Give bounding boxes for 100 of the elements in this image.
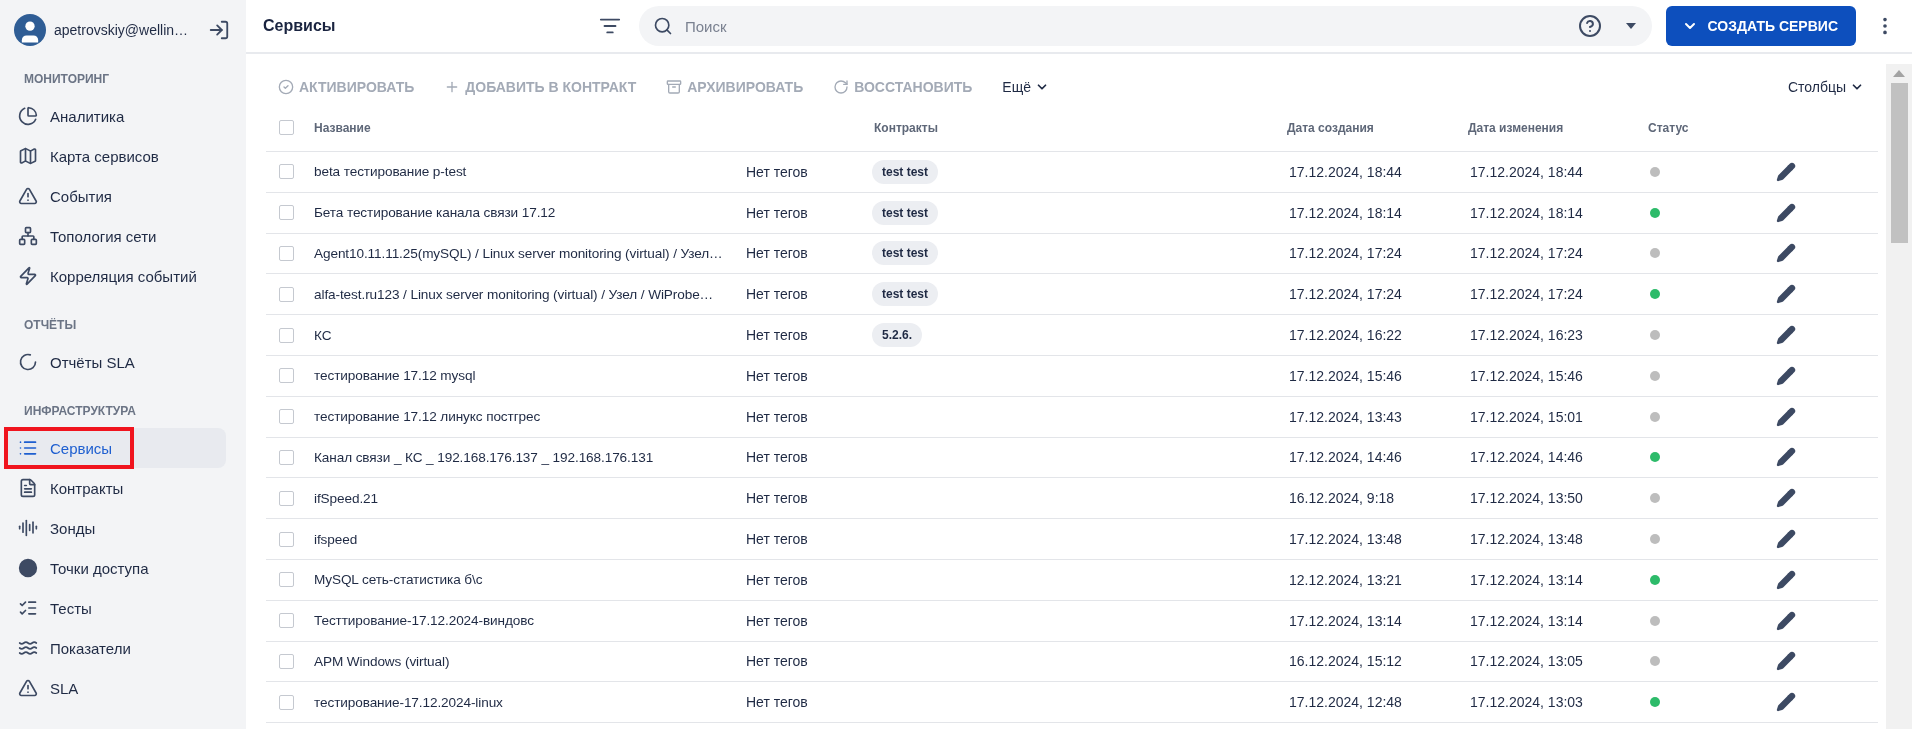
- checkbox[interactable]: [278, 449, 294, 465]
- table-cell-text: 17.12.2024, 17:24: [1288, 286, 1403, 303]
- refresh-icon: [833, 79, 850, 95]
- column-header[interactable]: Дата изменения: [1460, 120, 1640, 135]
- column-header[interactable]: Статус: [1640, 120, 1760, 135]
- checkbox[interactable]: [278, 327, 294, 343]
- contract-tag: 5.2.6.: [872, 323, 923, 348]
- table-row[interactable]: Agent10.11.11.25(mySQL) / Linux server monitoring (virtual) / Узел… Нет тегов test test 17.12.2024, 17:24 17.12.2024, 17:24: [266, 233, 1878, 275]
- caret-icon[interactable]: [1625, 23, 1636, 29]
- table-cell-text: 17.12.2024, 18:14: [1288, 204, 1403, 221]
- nav-item[interactable]: Карта сервисов: [6, 136, 226, 176]
- table-cell-text: Нет тегов: [746, 612, 809, 629]
- table-cell-text: КС: [313, 327, 333, 343]
- contract-tag: test test: [872, 159, 938, 184]
- nav-item[interactable]: Топология сети: [6, 216, 226, 256]
- checkbox[interactable]: [278, 653, 294, 669]
- table-cell-text: 17.12.2024, 14:46: [1469, 449, 1584, 466]
- table-cell-text: тестирование-17.12.2024-linux: [313, 694, 504, 710]
- table-cell-text: 17.12.2024, 13:48: [1288, 531, 1403, 548]
- table-cell-text: 17.12.2024, 18:44: [1288, 163, 1403, 180]
- checkbox[interactable]: [278, 613, 294, 629]
- table-cell-text: Нет тегов: [746, 571, 809, 588]
- table-cell-text: 17.12.2024, 13:14: [1469, 612, 1584, 629]
- pie-chart-icon: [18, 106, 38, 126]
- table-row[interactable]: beta тестирование p-test Нет тегов test test 17.12.2024, 18:44 17.12.2024, 18:44: [266, 152, 1878, 193]
- columns-dropdown[interactable]: Столбцы: [1787, 79, 1864, 95]
- table-cell-text: Нет тегов: [746, 408, 809, 425]
- table-cell-text: 17.12.2024, 15:01: [1469, 408, 1584, 425]
- nav-item[interactable]: Точки доступа: [6, 548, 226, 588]
- nav-item[interactable]: Тесты: [6, 588, 226, 628]
- checkbox[interactable]: [278, 409, 294, 425]
- table-row[interactable]: Канал связи _ КС _ 192.168.176.137 _ 192.168.176.131 Нет тегов 17.12.2024, 14:46 17.12.2024, 14:46: [266, 437, 1878, 479]
- table-cell-text: 17.12.2024, 13:03: [1469, 694, 1584, 711]
- list-icon: [18, 438, 38, 458]
- table-cell-text: Нет тегов: [746, 245, 809, 262]
- checkbox[interactable]: [278, 531, 294, 547]
- checkbox[interactable]: [278, 120, 294, 135]
- table-cell-text: Нет тегов: [746, 327, 809, 344]
- table-cell-text: тестирование 17.12 линукс постгрес: [313, 409, 542, 425]
- nav-item[interactable]: Сервисы: [6, 428, 226, 468]
- checkbox[interactable]: [278, 205, 294, 221]
- checkbox[interactable]: [278, 164, 294, 180]
- nav-item[interactable]: SLA: [6, 668, 226, 708]
- table-row[interactable]: тестирование 17.12 линукс постгрес Нет тегов 17.12.2024, 13:43 17.12.2024, 15:01: [266, 396, 1878, 438]
- table-cell-text: 17.12.2024, 15:46: [1288, 367, 1403, 384]
- checkbox[interactable]: [278, 694, 294, 710]
- warning-icon: [18, 186, 38, 206]
- nav-item[interactable]: Аналитика: [6, 96, 226, 136]
- search-bar[interactable]: Поиск: [639, 6, 1652, 46]
- nav-item[interactable]: Контракты: [6, 468, 226, 508]
- nav-item[interactable]: События: [6, 176, 226, 216]
- checkbox[interactable]: [278, 246, 294, 261]
- archive-icon: [666, 79, 683, 95]
- table-row[interactable]: ifspeed Нет тегов 17.12.2024, 13:48 17.12.2024, 13:48: [266, 519, 1878, 560]
- create-service-button[interactable]: СОЗДАТЬ СЕРВИС: [1665, 6, 1856, 46]
- column-header[interactable]: Дата создания: [1280, 120, 1460, 135]
- help-icon[interactable]: [1577, 14, 1602, 38]
- table-row[interactable]: КС Нет тегов 5.2.6. 17.12.2024, 16:22 17.12.2024, 16:23: [266, 315, 1878, 356]
- table-row[interactable]: alfa-test.ru123 / Linux server monitoring (virtual) / Узел / WiProbe… Нет тегов test test 17.12.2024, 17:24 17.12.2024, 17:24: [266, 274, 1878, 316]
- network-icon: [18, 226, 38, 246]
- table-row[interactable]: ifSpeed.21 Нет тегов 16.12.2024, 9:18 17.12.2024, 13:50: [266, 478, 1878, 520]
- table-row[interactable]: Тесттирование-17.12.2024-виндовс Нет тегов 17.12.2024, 13:14 17.12.2024, 13:14: [266, 600, 1878, 642]
- section-title: ИНФРАСТРУКТУРА: [23, 404, 137, 418]
- nav-item[interactable]: Корреляция событий: [6, 256, 226, 296]
- nav-item[interactable]: Отчёты SLA: [6, 342, 226, 382]
- table-cell-text: Нет тегов: [746, 653, 809, 670]
- checklist-icon: [18, 598, 38, 618]
- nav-item[interactable]: Показатели: [6, 628, 226, 668]
- column-header[interactable]: Контракты: [866, 120, 1280, 135]
- table-row[interactable]: тестирование-17.12.2024-linux Нет тегов 17.12.2024, 12:48 17.12.2024, 13:03: [266, 682, 1878, 724]
- section-title: ОТЧЁТЫ: [23, 318, 78, 332]
- table-cell-text: 17.12.2024, 13:43: [1288, 408, 1403, 425]
- table-cell-text: ifspeed: [313, 531, 359, 547]
- column-header[interactable]: Название: [306, 120, 746, 135]
- section-title: МОНИТОРИНГ: [23, 72, 111, 86]
- checkbox[interactable]: [278, 490, 294, 506]
- table-cell-text: 16.12.2024, 15:12: [1288, 653, 1403, 670]
- checkbox[interactable]: [278, 572, 294, 588]
- checkbox[interactable]: [278, 286, 294, 302]
- table-cell-text: 17.12.2024, 16:22: [1288, 327, 1403, 344]
- table-cell-text: Нет тегов: [746, 490, 809, 507]
- checkbox[interactable]: [278, 368, 294, 384]
- table-cell-text: 17.12.2024, 17:24: [1469, 245, 1584, 262]
- table-row[interactable]: тестирование 17.12 mysql Нет тегов 17.12.2024, 15:46 17.12.2024, 15:46: [266, 356, 1878, 397]
- lightning-icon: [18, 266, 38, 286]
- contract-tag: test test: [872, 200, 938, 225]
- scrollbar[interactable]: [1886, 64, 1912, 729]
- user-name: apetrovskiy@wellin…: [54, 22, 190, 38]
- table-cell-text: Нет тегов: [746, 204, 809, 221]
- search-field[interactable]: Поиск: [683, 16, 1568, 36]
- nav-item[interactable]: Зонды: [6, 508, 226, 548]
- table-cell-text: Нет тегов: [746, 694, 809, 711]
- table-row[interactable]: MySQL сеть-статистика б\с Нет тегов 12.12.2024, 13:21 17.12.2024, 13:14: [266, 559, 1878, 601]
- contract-tag: test test: [872, 282, 938, 307]
- table-row[interactable]: Бета тестирование канала связи 17.12 Нет тегов test test 17.12.2024, 18:14 17.12.2024, 18:14: [266, 192, 1878, 234]
- more-dropdown[interactable]: Ещё: [1002, 79, 1049, 95]
- document-icon: [18, 478, 38, 498]
- table-row[interactable]: APM Windows (virtual) Нет тегов 16.12.2024, 15:12 17.12.2024, 13:05: [266, 641, 1878, 683]
- table-cell-text: MySQL сеть-статистика б\с: [313, 572, 484, 588]
- check-circle-icon: [278, 79, 294, 95]
